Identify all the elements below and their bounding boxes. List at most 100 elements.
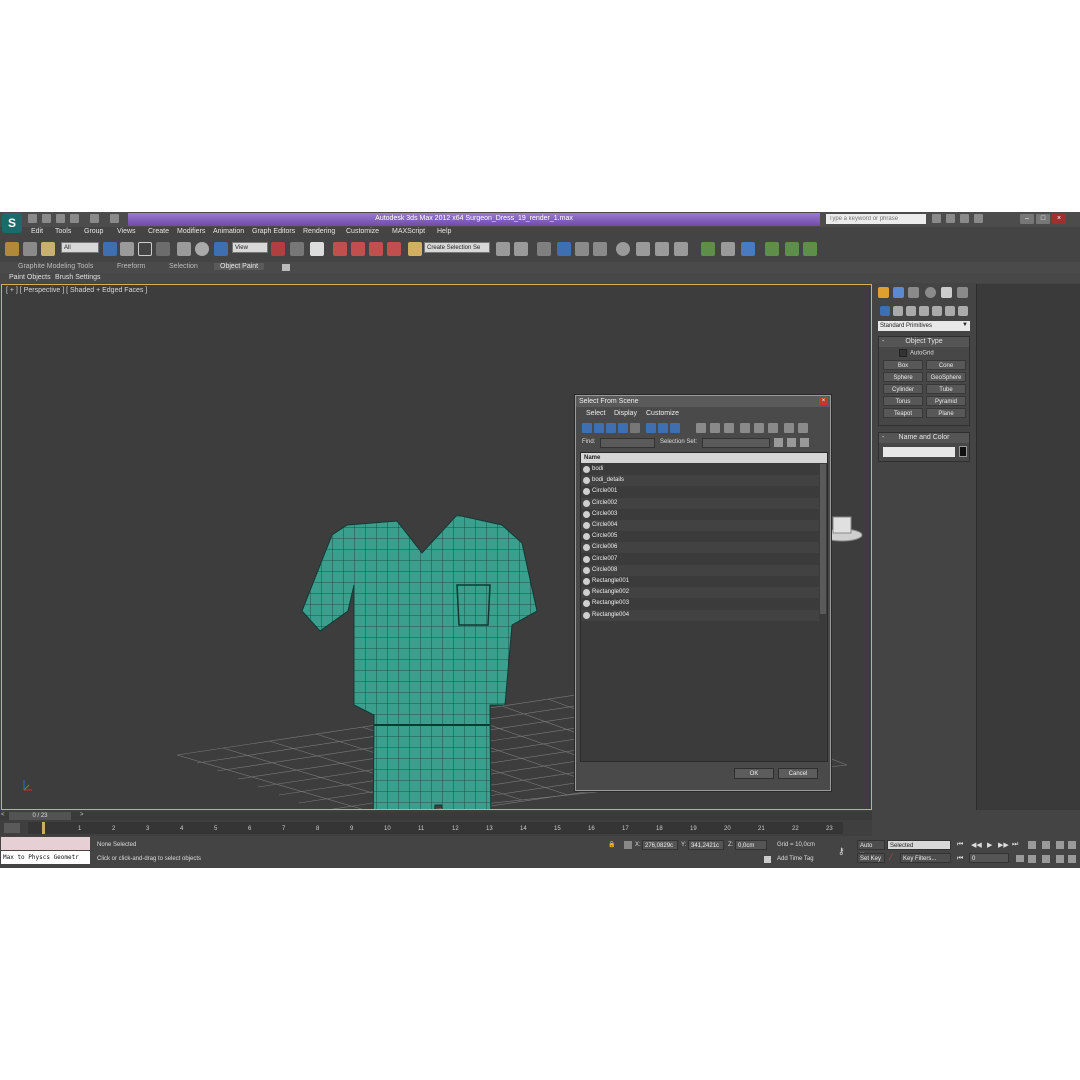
current-frame-field[interactable]: 0	[969, 853, 1009, 863]
display-shapes-icon[interactable]	[594, 423, 604, 433]
dialog-menu-customize[interactable]: Customize	[646, 410, 679, 417]
snaps-toggle-icon[interactable]	[333, 242, 347, 256]
hierarchy-tab-icon[interactable]	[908, 287, 919, 298]
communication-center-icon[interactable]	[946, 214, 955, 223]
list-item[interactable]: Rectangle001	[581, 576, 819, 587]
display-xrefs-icon[interactable]	[670, 423, 680, 433]
motion-tab-icon[interactable]	[925, 287, 936, 298]
helpers-icon[interactable]	[932, 306, 942, 316]
cone-button[interactable]: Cone	[926, 360, 966, 370]
list-item[interactable]: Circle005	[581, 531, 819, 543]
open-file-icon[interactable]	[42, 214, 51, 223]
list-scrollbar[interactable]	[820, 464, 826, 614]
sphere-button[interactable]: Sphere	[883, 372, 923, 382]
simulate-reset-icon[interactable]	[803, 242, 817, 256]
torus-button[interactable]: Torus	[883, 396, 923, 406]
tab-object-paint[interactable]: Object Paint	[214, 263, 265, 270]
select-manipulate-icon[interactable]	[290, 242, 304, 256]
pan-view-icon[interactable]	[1042, 855, 1050, 863]
set-key-button[interactable]: Set Key	[857, 853, 885, 863]
create-tab-icon[interactable]	[878, 287, 889, 298]
menu-views[interactable]: Views	[117, 228, 136, 235]
maximize-viewport-icon[interactable]	[1068, 855, 1076, 863]
rendered-frame-icon[interactable]	[655, 242, 669, 256]
go-to-start-icon[interactable]: ⏮	[957, 841, 963, 849]
select-and-link-icon[interactable]	[5, 242, 19, 256]
orbit-icon[interactable]	[1056, 855, 1064, 863]
x-coordinate-field[interactable]: 276,0829c	[642, 840, 678, 850]
z-coordinate-field[interactable]: 0,0cm	[735, 840, 767, 850]
help-icon[interactable]	[974, 214, 983, 223]
time-slider-track[interactable]: < 0 / 23 >	[0, 812, 872, 820]
y-coordinate-field[interactable]: 341,2421c	[688, 840, 724, 850]
spinner-snap-icon[interactable]	[387, 242, 401, 256]
display-all-icon[interactable]	[696, 423, 706, 433]
selection-filter-dropdown[interactable]: All	[61, 242, 99, 253]
project-folder-icon[interactable]	[110, 214, 119, 223]
display-tab-icon[interactable]	[941, 287, 952, 298]
previous-frame-icon[interactable]: ◀◀	[971, 841, 982, 849]
physx-tools-icon[interactable]	[741, 242, 755, 256]
list-item[interactable]: Rectangle004	[581, 609, 819, 621]
new-file-icon[interactable]	[28, 214, 37, 223]
menu-group[interactable]: Group	[84, 228, 103, 235]
layer-manager-icon[interactable]	[537, 242, 551, 256]
display-invert-icon[interactable]	[724, 423, 734, 433]
dialog-title[interactable]: Select From Scene	[576, 396, 830, 407]
display-none-icon[interactable]	[710, 423, 720, 433]
percent-snap-icon[interactable]	[369, 242, 383, 256]
named-selection-dropdown[interactable]: Create Selection Se	[424, 242, 490, 253]
curve-editor-icon[interactable]	[575, 242, 589, 256]
unlink-icon[interactable]	[23, 242, 37, 256]
tab-selection[interactable]: Selection	[169, 263, 198, 270]
play-icon[interactable]: ▶	[987, 841, 992, 849]
cylinder-button[interactable]: Cylinder	[883, 384, 923, 394]
render-setup-icon[interactable]	[636, 242, 650, 256]
time-configuration-icon[interactable]	[1016, 855, 1024, 862]
name-column-header[interactable]: Name	[581, 453, 827, 463]
key-icon[interactable]: ⚷	[838, 846, 845, 857]
list-item[interactable]: Circle002	[581, 497, 819, 509]
primitive-category-dropdown[interactable]: Standard Primitives	[878, 321, 970, 331]
pyramid-button[interactable]: Pyramid	[926, 396, 966, 406]
tab-graphite-modeling-tools[interactable]: Graphite Modeling Tools	[18, 263, 93, 270]
space-warps-icon[interactable]	[945, 306, 955, 316]
menu-customize[interactable]: Customize	[346, 228, 379, 235]
tube-button[interactable]: Tube	[926, 384, 966, 394]
dialog-menu-select[interactable]: Select	[586, 410, 605, 417]
select-object-icon[interactable]	[103, 242, 117, 256]
render-production-icon[interactable]	[674, 242, 688, 256]
undo-icon[interactable]	[70, 214, 79, 223]
list-item[interactable]: Circle007	[581, 553, 819, 565]
zoom-all-icon[interactable]	[1042, 841, 1050, 849]
favorites-star-icon[interactable]	[960, 214, 969, 223]
time-slider[interactable]: 0 / 23	[9, 812, 71, 820]
object-color-swatch[interactable]	[959, 446, 967, 457]
cameras-icon[interactable]	[919, 306, 929, 316]
redo-icon[interactable]	[90, 214, 99, 223]
selection-set-add-icon[interactable]	[774, 438, 783, 447]
chevron-right-icon[interactable]: >	[80, 812, 84, 818]
rollout-header[interactable]: - Name and Color	[879, 433, 969, 443]
ribbon-options-icon[interactable]	[282, 264, 290, 271]
schematic-view-icon[interactable]	[593, 242, 607, 256]
cancel-button[interactable]: Cancel	[778, 768, 818, 779]
selection-set-select-icon[interactable]	[800, 438, 809, 447]
display-space-warps-icon[interactable]	[646, 423, 656, 433]
next-frame-icon[interactable]: ▶▶	[998, 841, 1009, 849]
dialog-menu-display[interactable]: Display	[614, 410, 637, 417]
physx-icon[interactable]	[701, 242, 715, 256]
list-item[interactable]: bodi_details	[581, 475, 819, 487]
mini-curve-editor-icon[interactable]	[4, 823, 20, 833]
list-item[interactable]: Circle004	[581, 520, 819, 531]
mirror-icon[interactable]	[496, 242, 510, 256]
list-item[interactable]: Circle003	[581, 508, 819, 520]
utilities-tab-icon[interactable]	[957, 287, 968, 298]
align-icon[interactable]	[514, 242, 528, 256]
paint-objects-button[interactable]: Paint Objects	[9, 274, 51, 281]
list-item[interactable]: Circle008	[581, 564, 819, 576]
zoom-extents-icon[interactable]	[1056, 841, 1064, 849]
systems-icon[interactable]	[958, 306, 968, 316]
go-to-end-icon[interactable]: ⏭	[1012, 841, 1018, 849]
window-crossing-icon[interactable]	[156, 242, 170, 256]
